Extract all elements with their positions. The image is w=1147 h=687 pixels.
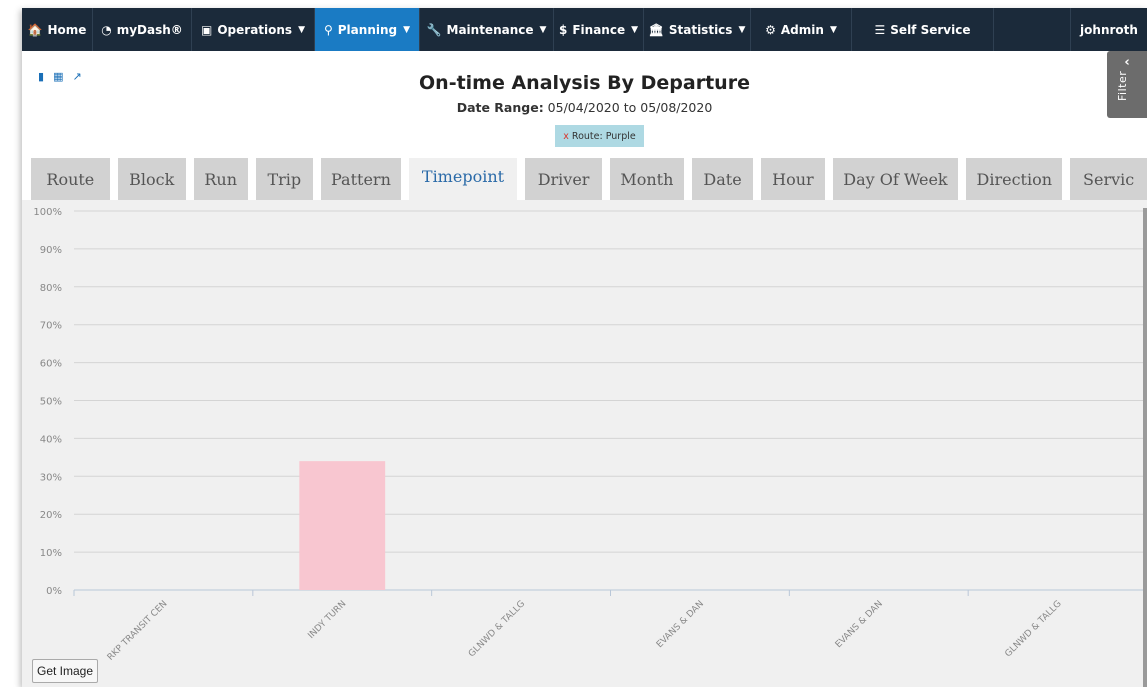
- caret-down-icon: ▼: [403, 24, 411, 35]
- nav-item-label: Home: [47, 22, 87, 37]
- y-tick-label: 70%: [40, 321, 62, 332]
- tab-hour[interactable]: Hour: [761, 158, 825, 200]
- nav-item-home[interactable]: 🏠 Home: [22, 8, 93, 51]
- tab-driver[interactable]: Driver: [525, 158, 602, 200]
- tab-direction[interactable]: Direction: [966, 158, 1063, 200]
- y-tick-label: 40%: [40, 434, 62, 445]
- filter-panel-toggle[interactable]: ‹ Filter: [1107, 51, 1147, 118]
- tab-run[interactable]: Run: [193, 158, 248, 200]
- nav-item-label: Finance: [572, 22, 626, 37]
- database-icon: ☰: [874, 22, 886, 37]
- nav-item-statistics[interactable]: 🏛 Statistics ▼: [644, 8, 751, 51]
- top-navbar: 🏠 Home ◔ myDash® ▣ Operations ▼ ⚲ Planning ▼ 🔧 Main…: [22, 8, 1147, 51]
- tab-month[interactable]: Month: [609, 158, 684, 200]
- dashboard-icon: ◔: [101, 22, 112, 37]
- x-tick-label: RKP TRANSIT CEN: [106, 599, 170, 663]
- tab-block[interactable]: Block: [117, 158, 186, 200]
- y-tick-label: 30%: [40, 472, 62, 483]
- x-tick-label: EVANS & DAN: [655, 599, 706, 650]
- home-icon: 🏠: [27, 22, 43, 37]
- y-tick-label: 90%: [40, 245, 62, 256]
- nav-item-label: Operations: [217, 22, 293, 37]
- bank-icon: 🏛: [648, 22, 664, 37]
- bar-chart: 0% 10% 20% 30% 40% 50% 60% 70% 80% 90% 100% RKP TRA…: [33, 207, 1147, 663]
- x-tick-label: GLNWD & TALLG: [1003, 599, 1063, 659]
- wrench-icon: 🔧: [426, 22, 442, 37]
- nav-item-label: Admin: [780, 22, 824, 37]
- grouping-tabs: Route Block Run Trip Pattern Timepoint Driver M…: [22, 158, 1147, 200]
- nav-item-admin[interactable]: ⚙ Admin ▼: [751, 8, 852, 51]
- y-tick-label: 20%: [40, 510, 62, 521]
- dollar-icon: $: [558, 22, 568, 37]
- caret-down-icon: ▼: [539, 24, 547, 35]
- nav-item-label: Statistics: [668, 22, 733, 37]
- y-tick-label: 10%: [40, 548, 62, 559]
- nav-item-label: Planning: [337, 22, 398, 37]
- route-filter-chip[interactable]: x Route: Purple: [555, 125, 644, 147]
- nav-item-label: Maintenance: [446, 22, 534, 37]
- date-from: 05/04/2020: [547, 100, 620, 115]
- chart-area: 0% 10% 20% 30% 40% 50% 60% 70% 80% 90% 100% RKP TRA…: [22, 200, 1147, 687]
- x-tick-label: GLNWD & TALLG: [467, 599, 527, 659]
- date-to-word: to: [623, 100, 637, 115]
- caret-down-icon: ▼: [738, 24, 746, 35]
- nav-item-label: myDash®: [116, 22, 183, 37]
- nav-user-menu[interactable]: johnroth: [1070, 8, 1147, 51]
- report-title: On-time Analysis By Departure: [419, 72, 750, 94]
- nav-item-operations[interactable]: ▣ Operations ▼: [192, 8, 315, 51]
- chevron-left-icon: ‹: [1124, 55, 1130, 70]
- y-tick-label: 100%: [33, 207, 62, 218]
- date-to: 05/08/2020: [640, 100, 713, 115]
- nav-item-label: Self Service: [890, 22, 971, 37]
- tab-route[interactable]: Route: [31, 158, 110, 200]
- nav-item-maintenance[interactable]: 🔧 Maintenance ▼: [420, 8, 554, 51]
- y-tick-label: 50%: [40, 397, 62, 408]
- tab-servic[interactable]: Servic: [1070, 158, 1147, 200]
- y-tick-label: 80%: [40, 283, 62, 294]
- app-window: 🏠 Home ◔ myDash® ▣ Operations ▼ ⚲ Planning ▼ 🔧 Main…: [22, 8, 1147, 687]
- gears-icon: ⚙: [765, 22, 776, 37]
- y-tick-label: 60%: [40, 359, 62, 370]
- x-tick-label: EVANS & DAN: [834, 599, 885, 650]
- nav-item-self-service[interactable]: ☰ Self Service: [852, 8, 994, 51]
- caret-down-icon: ▼: [298, 24, 305, 35]
- tab-timepoint[interactable]: Timepoint: [408, 158, 518, 200]
- scrollbar[interactable]: [1143, 208, 1147, 687]
- caret-down-icon: ▼: [829, 24, 837, 35]
- route-filter-label: Route: Purple: [571, 130, 636, 142]
- tab-date[interactable]: Date: [691, 158, 754, 200]
- filter-tab-label: Filter: [1116, 70, 1129, 101]
- y-tick-label: 0%: [46, 586, 62, 597]
- chart-bar: [299, 461, 386, 590]
- date-range-label: Date Range:: [456, 100, 544, 115]
- nav-item-planning[interactable]: ⚲ Planning ▼: [315, 8, 420, 51]
- tab-day-of-week[interactable]: Day Of Week: [832, 158, 959, 200]
- tab-pattern[interactable]: Pattern: [321, 158, 401, 200]
- caret-down-icon: ▼: [631, 24, 639, 35]
- x-tick-label: INDY TURN: [306, 599, 348, 641]
- nav-item-finance[interactable]: $ Finance ▼: [554, 8, 644, 51]
- date-range: Date Range: 05/04/2020 to 05/08/2020: [22, 100, 1147, 115]
- remove-filter-icon[interactable]: x: [563, 131, 569, 142]
- tab-trip[interactable]: Trip: [255, 158, 314, 200]
- map-marker-icon: ⚲: [323, 22, 333, 37]
- nav-item-mydash[interactable]: ◔ myDash®: [93, 8, 192, 51]
- bus-icon: ▣: [201, 22, 213, 37]
- get-image-button[interactable]: Get Image: [32, 659, 99, 683]
